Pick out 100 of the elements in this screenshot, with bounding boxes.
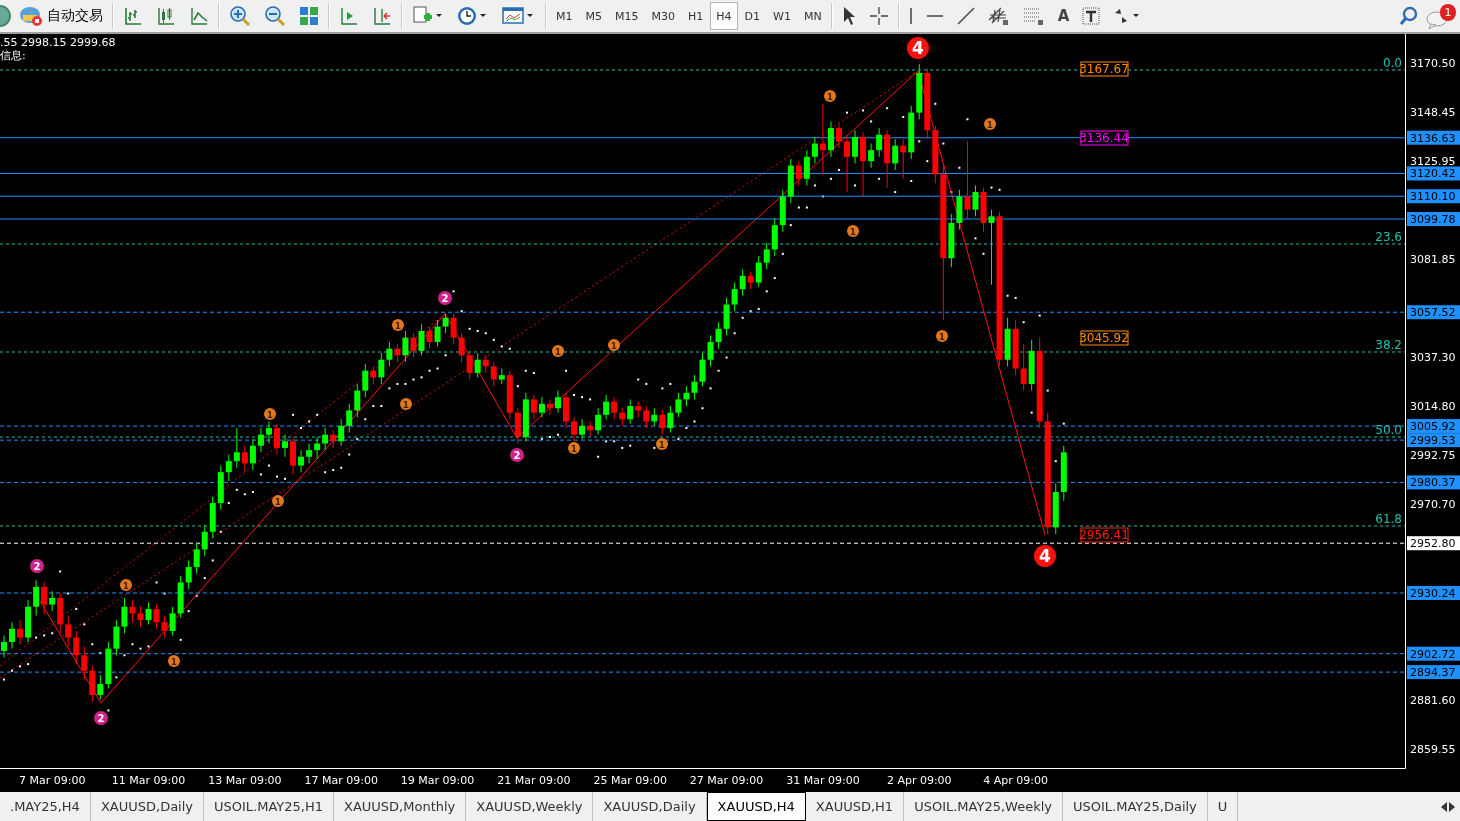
- candlestick: [868, 143, 875, 169]
- candlestick: [683, 385, 690, 407]
- candlestick: [627, 398, 634, 425]
- candlestick: [314, 436, 321, 460]
- candlestick: [169, 606, 176, 636]
- candlestick: [137, 606, 144, 628]
- candlestick: [595, 407, 602, 436]
- timeframe-button[interactable]: M15: [609, 2, 645, 30]
- price-level-tag: 2952.80: [1407, 536, 1460, 551]
- time-axis-label: 19 Mar 09:00: [400, 774, 475, 787]
- price-level-line[interactable]: [0, 653, 1406, 655]
- candlestick: [988, 209, 995, 286]
- wave-marker: 1: [936, 330, 948, 342]
- wave-marker: 4: [907, 37, 929, 59]
- price-level-tag: 2902.72: [1407, 646, 1460, 661]
- candlestick: [1020, 343, 1027, 392]
- time-axis-label: 27 Mar 09:00: [689, 774, 764, 787]
- candlestick: [659, 409, 666, 436]
- wave-marker: 1: [272, 495, 284, 507]
- timeframe-button[interactable]: MN: [797, 2, 828, 30]
- timeframe-button[interactable]: M5: [579, 2, 608, 30]
- fibonacci-level-label: 23.6: [1375, 230, 1402, 244]
- timeframe-button[interactable]: M1: [550, 2, 579, 30]
- timeframe-button[interactable]: H1: [682, 2, 710, 30]
- fibonacci-level-label: 61.8: [1375, 512, 1402, 526]
- price-axis-label: 2881.60: [1410, 694, 1456, 708]
- price-tag: 3136.44: [1079, 130, 1129, 146]
- price-level-tag: 3099.78: [1407, 212, 1460, 226]
- wave-marker: 1: [168, 655, 180, 667]
- candlestick: [546, 398, 553, 416]
- price-level-tag: 3005.92: [1407, 419, 1460, 434]
- candlestick: [964, 140, 971, 220]
- candlestick: [65, 615, 72, 647]
- candlestick: [9, 621, 16, 650]
- candlestick: [811, 136, 818, 164]
- candlestick: [835, 123, 842, 149]
- candlestick: [225, 454, 232, 482]
- price-level-tag: 2980.37: [1407, 475, 1460, 490]
- auto-trade-icon: [19, 5, 43, 27]
- candlestick: [129, 599, 136, 623]
- auto-trade-button[interactable]: 自动交易: [13, 2, 109, 30]
- candlestick: [410, 332, 417, 358]
- price-level-line[interactable]: [0, 481, 1406, 483]
- wave-marker: 2: [94, 711, 108, 725]
- wave-marker: 1: [264, 408, 276, 420]
- globe-icon[interactable]: [0, 5, 12, 27]
- time-axis-label: 11 Mar 09:00: [111, 774, 186, 787]
- candlestick: [273, 423, 280, 456]
- fibonacci-level-label: 0.0: [1382, 56, 1402, 70]
- price-level-tag: 3136.63: [1407, 130, 1460, 145]
- wave-marker: 1: [847, 225, 859, 237]
- text-tool-button[interactable]: A: [1051, 2, 1076, 30]
- candlestick: [378, 352, 385, 385]
- candlestick: [41, 581, 48, 614]
- wave-marker: 1: [552, 345, 564, 357]
- scroll-left-icon[interactable]: [1440, 801, 1448, 812]
- timeframe-button[interactable]: H4: [710, 2, 738, 30]
- wave-marker: 1: [392, 319, 404, 331]
- time-axis-label: 25 Mar 09:00: [593, 774, 667, 787]
- price-level-line[interactable]: [0, 439, 1406, 441]
- quote-info-text: .55 2998.15 2999.68: [0, 36, 116, 49]
- price-level-tag: 2894.37: [1407, 665, 1460, 680]
- candlestick: [1, 634, 8, 658]
- candlestick: [795, 160, 802, 186]
- price-level-line[interactable]: [0, 425, 1406, 427]
- candlestick: [731, 281, 738, 312]
- price-axis-label: 3148.45: [1410, 105, 1456, 119]
- wave-marker: 2: [510, 448, 524, 462]
- candlestick: [346, 403, 353, 433]
- candlestick: [571, 416, 578, 442]
- candlestick: [265, 420, 272, 445]
- candlestick: [643, 405, 650, 429]
- wave-marker: 1: [656, 438, 668, 450]
- candlestick: [876, 127, 883, 158]
- candlestick: [306, 443, 313, 464]
- candlestick: [699, 352, 706, 387]
- wave-marker: 1: [608, 339, 620, 351]
- candlestick: [611, 396, 618, 420]
- candlestick: [603, 394, 610, 420]
- timeframe-button[interactable]: D1: [738, 2, 767, 30]
- candlestick: [554, 390, 561, 414]
- candlestick: [354, 383, 361, 418]
- scroll-right-icon[interactable]: [1448, 801, 1456, 812]
- candlestick: [33, 579, 40, 617]
- wave-marker: 2: [30, 559, 44, 573]
- candlestick: [241, 445, 248, 473]
- timeframe-button[interactable]: W1: [767, 2, 797, 30]
- candlestick: [490, 361, 497, 387]
- fibonacci-level-label: 38.2: [1375, 338, 1402, 352]
- candlestick: [739, 268, 746, 297]
- candlestick: [755, 255, 762, 288]
- candlestick: [426, 326, 433, 350]
- price-level-line[interactable]: [0, 137, 1406, 139]
- candlestick: [707, 334, 714, 367]
- timeframe-button[interactable]: M30: [645, 2, 681, 30]
- candlestick: [691, 374, 698, 400]
- candlestick: [819, 103, 826, 175]
- chart-tab[interactable]: XAUUSD,H4: [706, 792, 806, 821]
- wave-marker: 1: [824, 90, 836, 102]
- candlestick: [803, 149, 810, 186]
